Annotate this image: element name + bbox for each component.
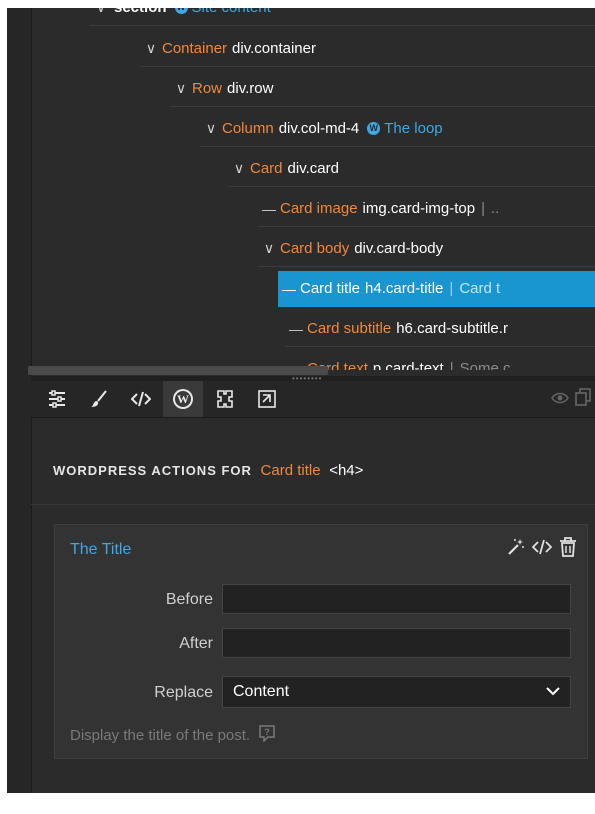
tree-row-class: p.card-text	[372, 360, 444, 370]
app-window: ∨ section W Site content ∨ Container div…	[7, 8, 595, 793]
tree-row-loop: The loop	[384, 120, 443, 137]
copy-icon[interactable]	[575, 388, 591, 410]
magic-wand-icon[interactable]	[507, 538, 525, 560]
code-icon[interactable]	[531, 539, 553, 559]
leaf-dash-icon: —	[262, 200, 276, 217]
tree-row-container[interactable]: ∨ Container div.container	[140, 31, 595, 67]
tree-row-type: Row	[192, 80, 223, 97]
tree-row-card-title[interactable]: — Card title h4.card-title | Card t	[278, 271, 595, 307]
wordpress-icon[interactable]: W	[163, 381, 203, 417]
hint-text: Display the title of the post.	[70, 726, 251, 744]
replace-select[interactable]: Content	[222, 676, 571, 708]
wp-action-card: The Title Before After Replace Content D…	[54, 524, 588, 759]
replace-label: Replace	[154, 684, 213, 701]
tree-row-row[interactable]: ∨ Row div.row	[170, 71, 595, 107]
panel-title: WORDPRESS ACTIONS FOR Card title <h4>	[53, 462, 363, 479]
action-hint: Display the title of the post. ?	[70, 724, 276, 746]
leaf-dash-icon: —	[282, 280, 296, 297]
tree-row-separator: |	[449, 360, 454, 370]
chevron-down-icon[interactable]: ∨	[200, 120, 222, 137]
before-label: Before	[165, 591, 213, 608]
before-input[interactable]	[222, 584, 571, 614]
help-icon[interactable]: ?	[258, 724, 276, 746]
tree-row-class: h6.card-subtitle.r	[396, 320, 508, 337]
chevron-down-icon[interactable]: ∨	[170, 80, 192, 97]
chevron-down-icon[interactable]: ∨	[228, 160, 250, 177]
trash-icon[interactable]	[559, 537, 577, 561]
properties-icon[interactable]	[37, 381, 77, 417]
tree-row-content: Some c	[459, 360, 511, 370]
action-icons	[507, 537, 577, 561]
tree-row-type: Card body	[280, 240, 350, 257]
tree-row-type: Card	[250, 160, 283, 177]
chevron-down-icon[interactable]: ∨	[90, 8, 112, 16]
code-icon[interactable]	[121, 381, 161, 417]
tree-row-card-text[interactable]: — Card text p.card-text | Some c	[285, 351, 595, 370]
tree-row-content: ..	[490, 200, 500, 217]
tree-row-type: Container	[162, 40, 228, 57]
tree-row-separator: |	[449, 280, 454, 297]
action-title[interactable]: The Title	[70, 541, 131, 559]
tree-row-class: div.container	[232, 40, 316, 57]
tree-row-class: img.card-img-top	[362, 200, 476, 217]
eye-icon[interactable]	[551, 391, 569, 408]
tree-row-card-subtitle[interactable]: — Card subtitle h6.card-subtitle.r	[285, 311, 595, 347]
left-rail	[7, 8, 32, 793]
chevron-down-icon[interactable]: ∨	[140, 40, 162, 57]
tree-horizontal-scrollbar[interactable]	[28, 366, 328, 375]
export-icon[interactable]	[247, 381, 287, 417]
visibility-controls	[551, 381, 591, 417]
tree-row-class: div.row	[227, 80, 274, 97]
panel-element-tag: <h4>	[329, 462, 364, 479]
tree-row-card-body[interactable]: ∨ Card body div.card-body	[258, 231, 595, 267]
panel-element-name: Card title	[260, 462, 321, 479]
tree-row-type: Column	[222, 120, 274, 137]
tree-row-card-image[interactable]: — Card image img.card-img-top | ..	[258, 191, 595, 227]
chevron-down-icon	[546, 683, 560, 701]
tree-row-separator: |	[481, 200, 485, 217]
tree-row-loop: Site content	[192, 8, 271, 16]
svg-text:?: ?	[264, 727, 270, 737]
tree-row-section[interactable]: ∨ section W Site content	[90, 8, 595, 26]
tree-row-type: Card image	[280, 200, 358, 217]
tree-row-type: Card title	[300, 280, 361, 297]
wordpress-icon: W	[174, 8, 188, 14]
replace-selected-value: Content	[233, 683, 290, 700]
svg-text:W: W	[177, 392, 189, 406]
tree-row-content: Card t	[459, 280, 501, 297]
panel-divider	[31, 504, 595, 505]
tree-row-class: div.card-body	[354, 240, 444, 257]
tree-row-type: Card subtitle	[307, 320, 392, 337]
after-input[interactable]	[222, 628, 571, 658]
wordpress-icon: W	[367, 122, 381, 135]
leaf-dash-icon: —	[289, 320, 303, 337]
tree-row-class: div.col-md-4	[278, 120, 360, 137]
element-tree[interactable]: ∨ section W Site content ∨ Container div…	[32, 8, 595, 370]
chevron-down-icon[interactable]: ∨	[258, 240, 280, 257]
tree-row-class: div.card	[287, 160, 339, 177]
tree-row-card[interactable]: ∨ Card div.card	[228, 151, 595, 187]
tree-row-type: section	[114, 8, 167, 16]
inspector-toolbar: W	[31, 381, 595, 418]
panel-caption: WORDPRESS ACTIONS FOR	[53, 463, 252, 478]
components-icon[interactable]	[205, 381, 245, 417]
tree-row-class: h4.card-title	[365, 280, 444, 297]
tree-row-column[interactable]: ∨ Column div.col-md-4 W The loop	[200, 111, 595, 147]
after-label: After	[179, 635, 213, 652]
brush-icon[interactable]	[79, 381, 119, 417]
